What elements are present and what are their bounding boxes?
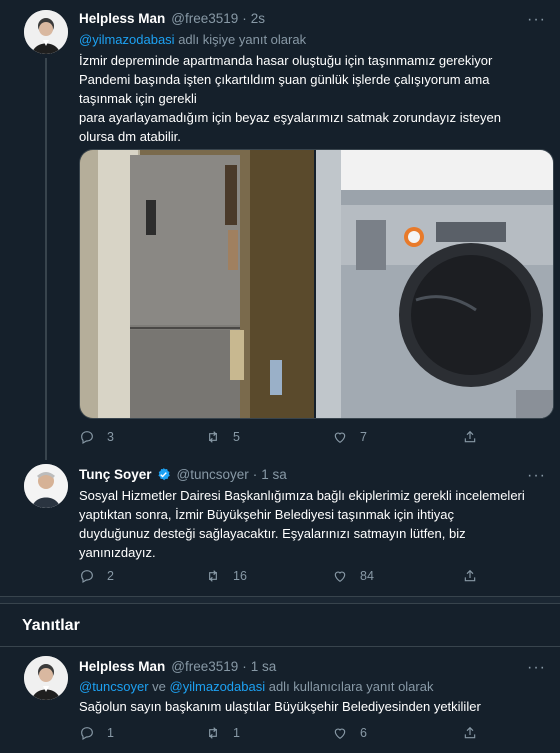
like-count: 84 xyxy=(360,569,374,583)
like-count: 6 xyxy=(360,726,367,740)
share-button[interactable] xyxy=(462,429,478,445)
share-icon xyxy=(464,569,476,582)
separator-dot: · xyxy=(242,659,247,674)
tweet-text-line: Sosyal Hizmetler Dairesi Başkanlığımıza … xyxy=(79,488,525,503)
reply-button[interactable]: 1 xyxy=(79,725,205,741)
tweet-text-line: olursa dm atabilir. xyxy=(79,129,181,144)
reply-button[interactable]: 2 xyxy=(79,568,205,584)
timestamp[interactable]: 1 sa xyxy=(251,659,277,674)
tweet-helpless-man-thanks[interactable]: Helpless Man @free3519 · 1 sa ··· @tuncs… xyxy=(0,650,560,753)
tweet-text-line: yaptıktan sonra, İzmir Büyükşehir Beledi… xyxy=(79,507,454,522)
mention-link[interactable]: @yilmazodabasi xyxy=(79,32,175,47)
share-icon xyxy=(464,726,476,739)
retweet-icon xyxy=(209,570,217,582)
heart-icon xyxy=(334,571,346,583)
washing-machine-photo[interactable] xyxy=(316,150,553,418)
avatar[interactable] xyxy=(24,10,68,54)
retweet-button[interactable]: 16 xyxy=(205,568,332,584)
tweet-text-line: İzmir depreminde apartmanda hasar oluştu… xyxy=(79,53,493,68)
mention-link[interactable]: @yilmazodabasi xyxy=(170,679,266,694)
retweet-button[interactable]: 5 xyxy=(205,429,332,445)
avatar[interactable] xyxy=(24,656,68,700)
thread-connector-line xyxy=(45,58,47,460)
separator-dot: · xyxy=(252,467,258,482)
like-button[interactable]: 84 xyxy=(332,568,462,584)
tweet-header: Tunç Soyer @tuncsoyer · 1 sa xyxy=(79,467,287,482)
more-options-icon[interactable]: ··· xyxy=(527,660,546,676)
reply-count: 1 xyxy=(107,726,114,740)
retweet-count: 5 xyxy=(233,430,240,444)
reply-count: 2 xyxy=(107,569,114,583)
tweet-header: Helpless Man @free3519 · 2s xyxy=(79,11,265,26)
tweet-text-line: yanınızdayız. xyxy=(79,545,156,560)
reply-to-label: adlı kişiye yanıt olarak xyxy=(174,32,307,47)
reply-button[interactable]: 3 xyxy=(79,429,205,445)
tweet-header: Helpless Man @free3519 · 1 sa xyxy=(79,659,276,674)
tweet-actions: 1 1 6 xyxy=(79,725,478,741)
heart-icon xyxy=(334,728,346,740)
avatar-man-icon xyxy=(24,10,68,54)
like-button[interactable]: 6 xyxy=(332,725,462,741)
reply-count: 3 xyxy=(107,430,114,444)
replying-to: @tuncsoyer ve @yilmazodabasi adlı kullan… xyxy=(79,679,433,694)
tweet-text-line: para ayarlayamadığım için beyaz eşyaları… xyxy=(79,110,501,125)
more-options-icon[interactable]: ··· xyxy=(527,12,546,28)
mention-link[interactable]: @tuncsoyer xyxy=(79,679,149,694)
avatar-man-icon xyxy=(24,656,68,700)
timestamp[interactable]: 1 sa xyxy=(261,467,287,482)
avatar-man-icon xyxy=(24,464,68,508)
retweet-count: 16 xyxy=(233,569,247,583)
share-button[interactable] xyxy=(462,568,478,584)
replies-heading: Yanıtlar xyxy=(22,617,80,634)
tweet-text-line: Pandemi başında işten çıkartıldım şuan g… xyxy=(79,72,490,87)
retweet-icon xyxy=(209,727,217,739)
replying-to: @yilmazodabasi adlı kişiye yanıt olarak xyxy=(79,32,306,47)
reply-icon xyxy=(81,727,93,741)
display-name[interactable]: Helpless Man xyxy=(79,11,165,26)
retweet-icon xyxy=(209,431,217,443)
separator-dot: · xyxy=(242,11,247,26)
tweet-text: Sağolun sayın başkanım ulaştılar Büyükşe… xyxy=(79,699,481,714)
reply-icon xyxy=(81,431,93,445)
timestamp[interactable]: 2s xyxy=(251,11,265,26)
tweet-tunc-soyer-reply[interactable]: Tunç Soyer @tuncsoyer · 1 sa ··· Sosyal … xyxy=(0,460,560,590)
refrigerator-image-icon xyxy=(80,150,314,418)
user-handle[interactable]: @free3519 xyxy=(171,11,238,26)
refrigerator-photo[interactable] xyxy=(80,150,316,418)
avatar[interactable] xyxy=(24,464,68,508)
verified-badge-icon xyxy=(157,467,170,481)
reply-to-conjunction: ve xyxy=(148,679,170,694)
tweet-media[interactable] xyxy=(79,149,554,419)
share-button[interactable] xyxy=(462,725,478,741)
user-handle[interactable]: @free3519 xyxy=(171,659,238,674)
tweet-text: İzmir depreminde apartmanda hasar oluştu… xyxy=(79,51,549,146)
more-options-icon[interactable]: ··· xyxy=(527,468,546,484)
tweet-actions: 3 5 7 xyxy=(79,429,478,445)
reply-to-label: adlı kullanıcılara yanıt olarak xyxy=(265,679,434,694)
retweet-count: 1 xyxy=(233,726,240,740)
display-name[interactable]: Helpless Man xyxy=(79,659,165,674)
washing-machine-image-icon xyxy=(316,150,553,418)
heading-divider xyxy=(0,646,560,647)
tweet-text-line: taşınmak için gerekli xyxy=(79,91,197,106)
tweet-helpless-man-original[interactable]: Helpless Man @free3519 · 2s ··· @yilmazo… xyxy=(0,0,560,460)
like-count: 7 xyxy=(360,430,367,444)
reply-icon xyxy=(81,570,93,584)
heart-icon xyxy=(334,432,346,444)
like-button[interactable]: 7 xyxy=(332,429,462,445)
share-icon xyxy=(464,430,476,443)
user-handle[interactable]: @tuncsoyer xyxy=(177,467,249,482)
tweet-text: Sosyal Hizmetler Dairesi Başkanlığımıza … xyxy=(79,486,554,562)
retweet-button[interactable]: 1 xyxy=(205,725,332,741)
tweet-actions: 2 16 84 xyxy=(79,568,478,584)
display-name[interactable]: Tunç Soyer xyxy=(79,467,152,482)
section-divider xyxy=(0,596,560,604)
tweet-text-line: duyduğunuz desteği sağlayacaktır. Eşyala… xyxy=(79,526,466,541)
